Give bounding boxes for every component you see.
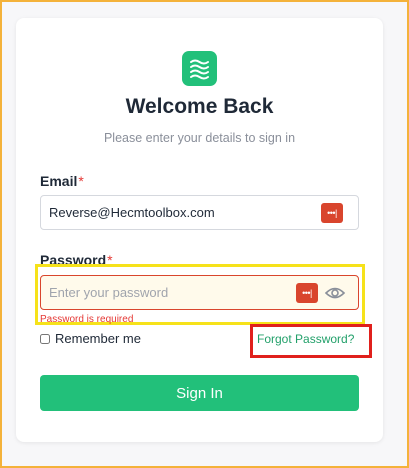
sign-in-button[interactable]: Sign In [40, 375, 359, 411]
password-field-container: •••| [40, 275, 359, 310]
forgot-password-link[interactable]: Forgot Password? [257, 332, 354, 346]
password-label: Password* [40, 252, 113, 268]
page-title: Welcome Back [125, 95, 274, 118]
email-field-container: •••| [40, 195, 359, 230]
email-label: Email* [40, 173, 84, 189]
wave-lines-icon [182, 51, 217, 86]
password-label-text: Password [40, 252, 107, 268]
email-label-text: Email [40, 173, 78, 189]
required-mark: * [107, 252, 113, 268]
page-subtitle: Please enter your details to sign in [103, 131, 296, 145]
eye-icon[interactable] [324, 284, 346, 302]
password-manager-icon[interactable]: •••| [321, 203, 343, 223]
remember-me[interactable]: Remember me [40, 331, 141, 346]
required-mark: * [78, 173, 84, 189]
remember-checkbox[interactable] [40, 333, 50, 344]
password-error-text: Password is required [40, 314, 134, 325]
password-manager-icon[interactable]: •••| [296, 283, 318, 303]
email-field[interactable] [49, 196, 289, 229]
remember-label: Remember me [55, 331, 141, 346]
password-field[interactable] [49, 276, 289, 309]
